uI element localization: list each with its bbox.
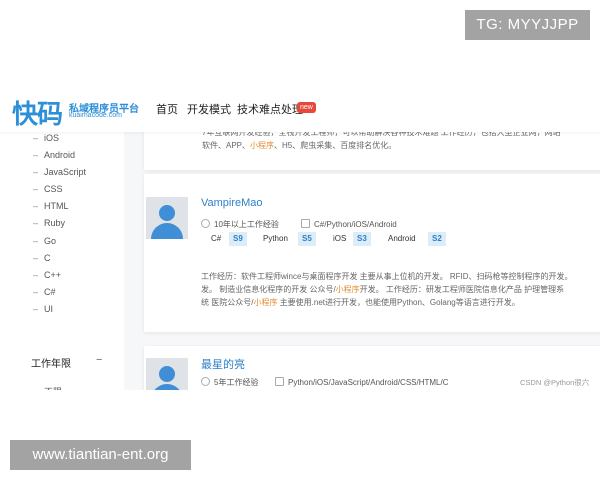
sidebar-item-go[interactable]: Go <box>33 236 56 246</box>
avatar[interactable] <box>146 358 188 390</box>
work-years-heading: 工作年限 <box>31 359 71 370</box>
skills-label: C#/Python/iOS/Android <box>301 219 397 229</box>
skill-tag: iOS <box>333 234 347 243</box>
avatar[interactable] <box>146 197 188 239</box>
site-header: 快码 私域程序员平台 kuaimacode.com 首页 开发模式 技术难点处理… <box>0 82 600 132</box>
skill-tag: Python <box>263 234 288 243</box>
skill-level: S3 <box>353 232 371 246</box>
bottom-watermark: www.tiantian-ent.org <box>10 440 191 470</box>
collapse-icon[interactable]: − <box>96 354 102 366</box>
code-icon <box>275 377 284 386</box>
card-desc-line2: 发。 制造业信息化程序的开发 公众号/小程序开发。 工作经历：研发工程师医院信息… <box>201 285 565 294</box>
skill-level: S2 <box>428 232 446 246</box>
nav-dev-mode[interactable]: 开发模式 <box>187 101 231 117</box>
skill-level: S9 <box>229 232 247 246</box>
card-desc-line3: 统 医院公众号/小程序 主要使用.net进行开发，也能使用Python、Gola… <box>201 298 520 307</box>
logo-text: 快码 <box>12 100 63 130</box>
card-desc-line1: 工作经历：软件工程师wince与桌面程序开发 主要从事上位机的开发。 RFID、… <box>201 272 573 281</box>
top-watermark: TG: MYYJJPP <box>465 10 590 40</box>
csdn-watermark: CSDN @Python很六 <box>520 378 590 387</box>
sidebar-item-javascript[interactable]: JavaScript <box>33 167 86 177</box>
skills-label: Python/iOS/JavaScript/Android/CSS/HTML/C <box>275 377 449 387</box>
developer-list: 7年互联网开发经验，全栈开发工程师，可以帮助解决各种技术难题 工作经历，包括大型… <box>124 122 600 390</box>
card-desc-line2: 软件、APP、小程序、H5、爬虫采集、百度排名优化。 <box>202 141 397 150</box>
sidebar-item-ios[interactable]: iOS <box>33 133 59 143</box>
skill-tag: C# <box>211 234 222 243</box>
sidebar-item-cpp[interactable]: C++ <box>33 270 61 280</box>
sidebar-item-android[interactable]: Android <box>33 150 75 160</box>
sidebar-item-html[interactable]: HTML <box>33 201 69 211</box>
developer-name[interactable]: VampireMao <box>201 197 263 209</box>
sidebar-item-unlimited[interactable]: 不限 <box>33 385 62 390</box>
code-icon <box>301 219 310 228</box>
nav-home[interactable]: 首页 <box>156 101 178 117</box>
experience-label: 5年工作经验 <box>201 377 258 388</box>
developer-card[interactable]: VampireMao 10年以上工作经验 C#/Python/iOS/Andro… <box>144 174 600 332</box>
clock-icon <box>201 377 210 386</box>
skill-level: S5 <box>298 232 316 246</box>
clock-icon <box>201 219 210 228</box>
developer-name[interactable]: 最星的亮 <box>201 356 245 372</box>
browser-viewport: 快码 私域程序员平台 kuaimacode.com 首页 开发模式 技术难点处理… <box>0 82 600 390</box>
sidebar-item-csharp[interactable]: C# <box>33 287 56 297</box>
logo-domain: kuaimacode.com <box>69 112 122 119</box>
skill-tag: Android <box>388 234 416 243</box>
filter-sidebar: iOS Android JavaScript CSS HTML Ruby Go … <box>0 132 124 390</box>
experience-label: 10年以上工作经验 <box>201 219 279 230</box>
sidebar-item-ruby[interactable]: Ruby <box>33 218 65 228</box>
sidebar-item-ui[interactable]: UI <box>33 304 53 314</box>
new-badge: new <box>297 102 316 113</box>
sidebar-item-css[interactable]: CSS <box>33 184 63 194</box>
nav-tech-issues[interactable]: 技术难点处理 <box>237 101 303 117</box>
sidebar-item-c[interactable]: C <box>33 253 51 263</box>
